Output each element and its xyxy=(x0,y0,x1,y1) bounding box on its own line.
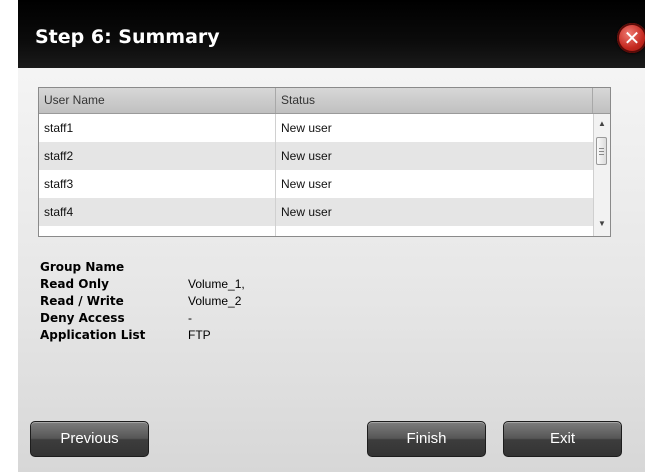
column-header-user-name[interactable]: User Name xyxy=(39,88,276,113)
dialog-titlebar: Step 6: Summary ✕ xyxy=(18,0,645,68)
table-row[interactable]: staff1 New user xyxy=(39,114,593,142)
deny-access-value: - xyxy=(188,311,192,325)
summary-dialog: Step 6: Summary ✕ User Name Status staff… xyxy=(18,0,645,472)
read-write-label: Read / Write xyxy=(40,294,124,308)
status-cell xyxy=(276,226,593,236)
user-name-cell: staff3 xyxy=(39,170,276,198)
status-cell: New user xyxy=(281,149,332,163)
close-button[interactable]: ✕ xyxy=(617,23,645,53)
close-icon: ✕ xyxy=(623,26,641,50)
application-list-label: Application List xyxy=(40,328,146,342)
user-name-cell xyxy=(39,226,276,236)
table-body: staff1 New user staff2 New user staff3 N… xyxy=(39,114,593,236)
table-scrollbar[interactable]: ▲ ▼ xyxy=(593,114,610,236)
scrollbar-thumb[interactable] xyxy=(596,137,607,165)
grip-line xyxy=(599,151,604,152)
status-cell: New user xyxy=(281,121,332,135)
column-header-status[interactable]: Status xyxy=(276,88,593,113)
table-row[interactable]: staff2 New user xyxy=(39,142,593,170)
grip-line xyxy=(599,154,604,155)
table-row[interactable]: staff3 New user xyxy=(39,170,593,198)
table-row[interactable]: staff4 New user xyxy=(39,198,593,226)
user-name-cell: staff2 xyxy=(39,142,276,170)
deny-access-label: Deny Access xyxy=(40,311,125,325)
read-only-label: Read Only xyxy=(40,277,109,291)
table-row-partial xyxy=(39,226,593,236)
read-only-value: Volume_1, xyxy=(188,277,245,291)
scroll-down-arrow-icon[interactable]: ▼ xyxy=(594,217,610,231)
previous-button[interactable]: Previous xyxy=(30,421,149,457)
status-cell: New user xyxy=(281,177,332,191)
application-list-value: FTP xyxy=(188,328,211,342)
table-header: User Name Status xyxy=(39,88,610,114)
user-name-cell: staff1 xyxy=(39,114,276,142)
users-table: User Name Status staff1 New user staff2 … xyxy=(38,87,611,237)
exit-button[interactable]: Exit xyxy=(503,421,622,457)
grip-line xyxy=(599,148,604,149)
user-name-cell: staff4 xyxy=(39,198,276,226)
status-cell: New user xyxy=(281,205,332,219)
read-write-value: Volume_2 xyxy=(188,294,242,308)
dialog-title: Step 6: Summary xyxy=(35,26,220,48)
group-name-label: Group Name xyxy=(40,260,125,274)
finish-button[interactable]: Finish xyxy=(367,421,486,457)
scroll-up-arrow-icon[interactable]: ▲ xyxy=(594,117,610,131)
